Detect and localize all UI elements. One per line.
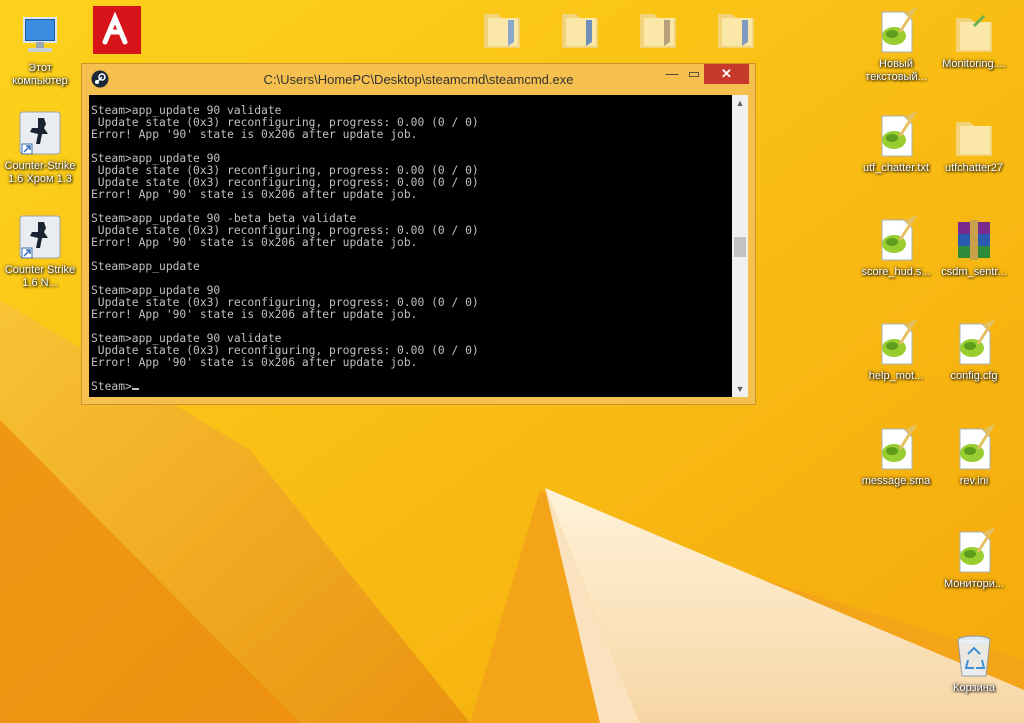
desktop-icon-monitoring-folder[interactable]: Monitoring.... [934,8,1014,71]
folder-icon [634,4,682,52]
desktop-folder[interactable] [618,4,698,54]
desktop-icon-label: Monitoring.... [942,58,1006,70]
desktop-icon-label: csdm_sentr... [941,266,1007,278]
folder-icon [712,4,760,52]
desktop-icon-label: Монитори... [943,578,1005,590]
minimize-button[interactable]: — [662,64,682,84]
desktop-icon-label: score_hud.s... [861,266,931,278]
notepadpp-file-icon [872,214,920,264]
notepadpp-file-icon [950,526,998,576]
desktop-icon-label: help_mot... [868,370,924,382]
notepadpp-file-icon [872,6,920,56]
desktop-icon-label: Новый текстовый... [865,58,927,83]
desktop-icon-label: utfchatter27 [944,162,1004,174]
desktop-icon-message-sma[interactable]: message.sma [856,423,936,488]
counter-strike-icon [16,214,64,262]
vertical-scrollbar[interactable]: ▲ ▼ [732,95,748,397]
desktop-icon-label: utf_chatter.txt [862,162,930,174]
desktop-icon-utf-chatter-txt[interactable]: utf_chatter.txt [856,110,936,175]
console-prompt: Steam> [91,380,132,393]
folder-icon [556,4,604,52]
desktop-icon-counter-strike-n[interactable]: Counter Strike 1.6 N... [0,214,80,290]
scrollbar-thumb[interactable] [734,237,746,257]
computer-icon [16,12,64,60]
avira-icon [93,6,141,54]
desktop-icon-label: Этот компьютер [12,62,68,87]
desktop-icon-label: Counter Strike 1.6 N... [4,264,76,289]
notepadpp-file-icon [950,423,998,473]
winrar-archive-icon [950,216,998,264]
desktop-folder[interactable] [462,4,542,54]
desktop-icon-utfchatter27-folder[interactable]: utfchatter27 [934,112,1014,175]
desktop-icon-rev-ini[interactable]: rev.ini [934,423,1014,488]
desktop-icon-csdm-archive[interactable]: csdm_sentr... [934,216,1014,279]
desktop-icon-config-cfg[interactable]: config.cfg [934,318,1014,383]
console-lines: Steam>app_update 90 validate Update stat… [91,104,479,369]
desktop-icon-counter-strike-chrom[interactable]: Counter-Strike 1.6 Хром 1.3 [0,110,80,186]
desktop-folder[interactable] [696,4,776,54]
notepadpp-file-icon [872,423,920,473]
desktop-icon-this-pc[interactable]: Этот компьютер [0,12,80,88]
desktop-folder[interactable] [540,4,620,54]
desktop-icon-label: config.cfg [950,370,998,382]
desktop-icon-help-mot[interactable]: help_mot... [856,318,936,383]
maximize-button[interactable]: ▭ [684,64,704,84]
desktop-icon-new-text-file[interactable]: Новый текстовый... [856,6,936,84]
window-title: C:\Users\HomePC\Desktop\steamcmd\steamcm… [263,72,574,87]
notepadpp-file-icon [872,318,920,368]
steamcmd-console-window[interactable]: C:\Users\HomePC\Desktop\steamcmd\steamcm… [81,63,756,405]
text-cursor [131,388,139,390]
desktop-icon-label: rev.ini [959,475,989,487]
title-bar[interactable]: C:\Users\HomePC\Desktop\steamcmd\steamcm… [82,64,755,94]
console-output[interactable]: Steam>app_update 90 validate Update stat… [89,95,732,397]
desktop-icon-recycle-bin[interactable]: Корзина [934,632,1014,695]
desktop-icon-label: Корзина [953,682,995,694]
folder-icon [478,4,526,52]
desktop-icon-avira[interactable] [77,6,157,56]
recycle-bin-icon [950,632,998,680]
counter-strike-icon [16,110,64,158]
desktop-icon-label: message.sma [861,475,931,487]
close-button[interactable]: ✕ [704,64,749,84]
scroll-down-arrow-icon[interactable]: ▼ [732,381,748,397]
folder-icon [950,112,998,160]
scroll-up-arrow-icon[interactable]: ▲ [732,95,748,111]
desktop-icon-score-hud[interactable]: score_hud.s... [856,214,936,279]
desktop-icon-label: Counter-Strike 1.6 Хром 1.3 [4,160,76,185]
notepadpp-file-icon [872,110,920,160]
notepadpp-file-icon [950,318,998,368]
folder-icon [950,8,998,56]
desktop-icon-monitoring-file[interactable]: Монитори... [934,526,1014,591]
